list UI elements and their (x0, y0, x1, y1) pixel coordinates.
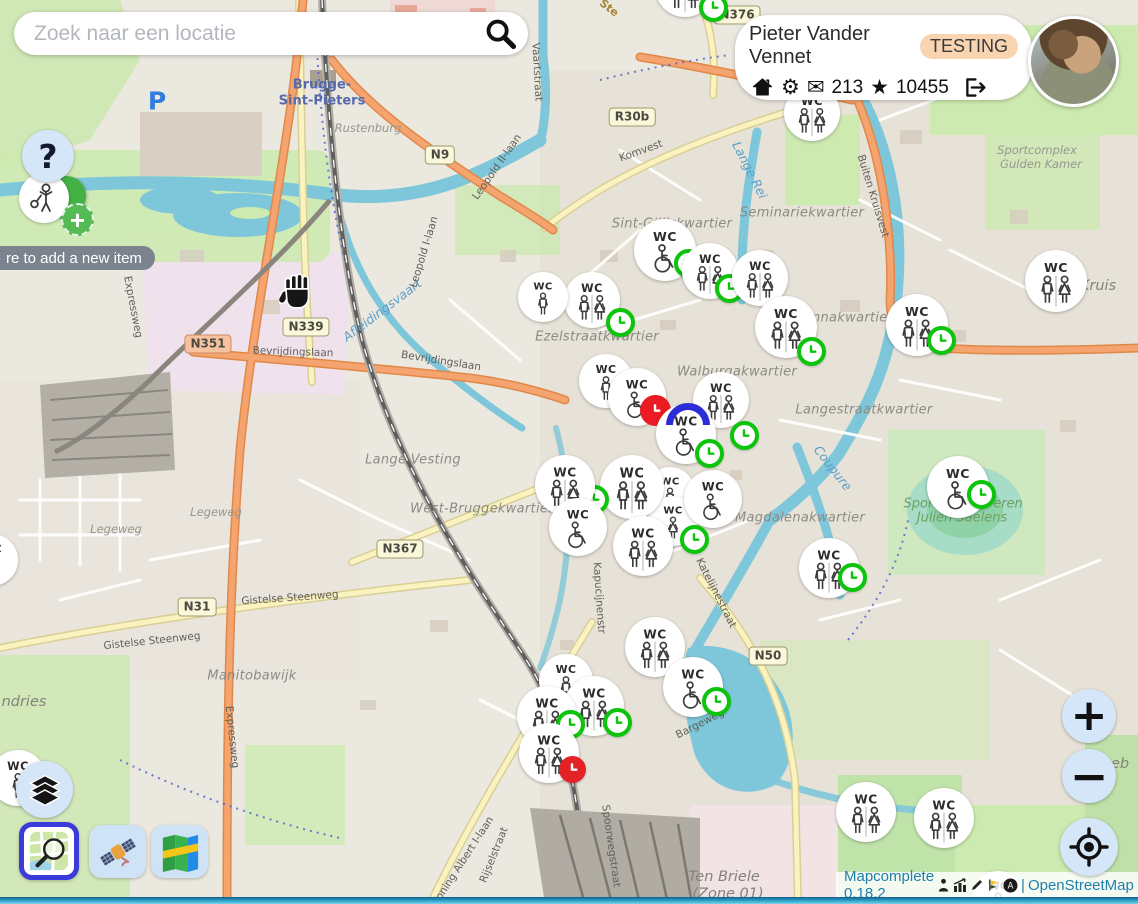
toilet-marker[interactable]: WC (613, 516, 673, 576)
toilet-marker[interactable]: WC (836, 782, 896, 842)
testing-mode-badge: TESTING (920, 34, 1018, 59)
svg-text:WC: WC (702, 480, 724, 494)
search-input[interactable] (32, 21, 484, 47)
folded-map-icon (159, 832, 201, 872)
satellite-icon (97, 832, 139, 872)
theme-flag-icon[interactable] (987, 878, 1000, 892)
edit-pencil-icon[interactable] (970, 878, 984, 892)
svg-text:WC: WC (620, 467, 645, 482)
svg-text:WC: WC (553, 465, 576, 479)
svg-text:WC: WC (854, 792, 877, 806)
add-item-tooltip: re to add a new item (0, 246, 155, 270)
add-plus-icon[interactable]: + (61, 203, 94, 236)
toilet-marker[interactable]: WC (549, 498, 607, 556)
opening-hours-badge-open (797, 337, 826, 366)
svg-text:WC: WC (643, 627, 666, 641)
attribution-separator: | (1021, 877, 1025, 894)
zoom-out-button[interactable]: − (1062, 749, 1116, 803)
opening-hours-badge-open (603, 708, 632, 737)
toilet-marker[interactable]: WC (518, 272, 568, 322)
user-name: Pieter Vander Vennet (749, 23, 912, 69)
community-icon[interactable]: A (1003, 878, 1018, 893)
svg-text:WC: WC (817, 548, 840, 562)
svg-text:WC: WC (774, 306, 798, 321)
toilet-marker[interactable]: WC (684, 470, 742, 528)
osm-link[interactable]: OpenStreetMap (1028, 877, 1134, 894)
opening-hours-badge-open (838, 563, 867, 592)
svg-text:WC: WC (699, 253, 721, 266)
svg-text:WC: WC (581, 282, 603, 295)
bottom-accent-strip (0, 897, 1138, 904)
svg-text:WC: WC (567, 508, 589, 522)
logout-icon[interactable] (962, 75, 987, 100)
svg-text:WC: WC (533, 282, 552, 293)
svg-text:WC: WC (905, 304, 929, 319)
opening-hours-badge-open (730, 421, 759, 450)
toilet-marker[interactable]: WC (0, 534, 18, 586)
svg-text:WC: WC (749, 260, 771, 273)
svg-text:WC: WC (626, 378, 648, 392)
statistics-icon[interactable] (937, 878, 950, 892)
messages-count: 213 (831, 77, 863, 99)
toilet-marker[interactable]: WC (914, 788, 974, 848)
svg-text:WC: WC (631, 526, 654, 540)
attribution-bar[interactable]: Mapcomplete 0.18.2 A | OpenStreetMap (836, 872, 1138, 898)
help-question-label: ? (38, 137, 57, 176)
opening-hours-badge-open (680, 525, 709, 554)
background-satellite-button[interactable] (89, 825, 146, 878)
changesets-count: 10455 (896, 77, 949, 99)
svg-text:WC: WC (535, 696, 558, 710)
opening-hours-badge-open (927, 326, 956, 355)
user-avatar[interactable] (1028, 16, 1119, 107)
mapcomplete-app: Brugge-Sint-PietersRustenburgSint-Gillis… (0, 0, 1138, 904)
changesets-star-icon: ★ (870, 77, 889, 98)
svg-text:WC: WC (1044, 260, 1068, 275)
help-button[interactable]: ? (22, 130, 74, 182)
map-markers-layer: WC WC WC WC WC WC WC WC WC WC WC WC WC WC WC WC WC WC WC WC… (0, 0, 1138, 904)
grab-hand-cursor (279, 270, 317, 312)
layers-icon (27, 772, 63, 808)
search-icon[interactable] (484, 17, 518, 51)
svg-text:WC: WC (653, 229, 677, 244)
osm-map-magnifier-icon (28, 830, 70, 872)
chart-icon[interactable] (953, 878, 967, 892)
opening-hours-badge-closed (559, 756, 586, 783)
opening-hours-badge-open (967, 480, 996, 509)
svg-text:A: A (1008, 880, 1014, 890)
home-icon[interactable] (751, 76, 774, 99)
messages-icon[interactable]: ✉ (807, 77, 825, 98)
toilet-marker[interactable]: WC (1025, 250, 1087, 312)
opening-hours-badge-open (702, 687, 731, 716)
svg-text:WC: WC (681, 667, 704, 681)
background-osm-button[interactable] (19, 822, 79, 880)
svg-text:WC: WC (582, 686, 605, 700)
opening-hours-badge-open (695, 439, 724, 468)
svg-text:WC: WC (710, 382, 732, 395)
background-carto-button[interactable] (151, 825, 208, 878)
settings-gear-icon[interactable]: ⚙ (781, 77, 800, 98)
svg-text:WC: WC (556, 663, 577, 676)
svg-text:WC: WC (946, 466, 970, 481)
location-search-bar[interactable] (14, 12, 528, 55)
toilet-wrench-icon (27, 180, 61, 216)
svg-text:WC: WC (537, 733, 560, 747)
opening-hours-badge-open (699, 0, 728, 22)
svg-text:WC: WC (0, 543, 2, 555)
toilet-marker[interactable]: WC (600, 455, 664, 519)
user-panel[interactable]: Pieter Vander Vennet TESTING ⚙ ✉ 213 ★ 1… (735, 15, 1032, 100)
svg-text:WC: WC (932, 798, 955, 812)
geolocate-button[interactable] (1060, 818, 1118, 876)
layers-button[interactable] (16, 761, 73, 818)
opening-hours-badge-open (606, 308, 635, 337)
crosshair-icon (1069, 827, 1109, 867)
zoom-in-button[interactable]: + (1062, 689, 1116, 743)
